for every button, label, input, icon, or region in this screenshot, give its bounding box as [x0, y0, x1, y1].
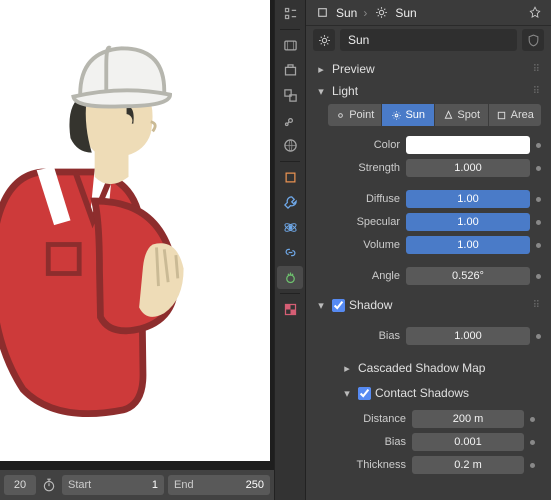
color-field[interactable] [406, 136, 530, 154]
drag-dots-icon[interactable]: ⠿ [533, 86, 541, 97]
timeline-bar: 20 Start 1 End 250 [0, 470, 274, 500]
spot-icon [442, 109, 454, 121]
properties-panel: Sun › Sun ▸ Preview ⠿ ▾ Light ⠿ Point [306, 0, 551, 500]
anim-dot-icon[interactable] [536, 243, 541, 248]
section-contact-body: Distance 200 m Bias 0.001 Thickness 0.2 … [328, 407, 541, 483]
light-type-sun[interactable]: Sun [382, 104, 436, 126]
section-contact-header[interactable]: ▾ Contact Shadows [340, 382, 541, 404]
canvas-area[interactable] [0, 0, 270, 461]
prop-shadow-bias: Bias 1.000 [328, 326, 541, 346]
stopwatch-icon[interactable] [40, 476, 58, 494]
prop-color: Color [328, 135, 541, 155]
current-frame-field[interactable]: 20 [4, 475, 36, 495]
prop-specular: Specular 1.00 [328, 212, 541, 232]
breadcrumb: Sun › Sun [306, 0, 551, 26]
section-light-header[interactable]: ▾ Light ⠿ [314, 80, 547, 102]
light-type-segmented: Point Sun Spot Area [328, 104, 541, 126]
tool-settings-tab-icon[interactable] [277, 2, 303, 25]
worker-illustration [0, 27, 230, 433]
contact-distance-field[interactable]: 200 m [412, 410, 524, 428]
volume-field[interactable]: 1.00 [406, 236, 530, 254]
point-icon [334, 109, 346, 121]
world-tab-icon[interactable] [277, 134, 303, 157]
sun-icon [390, 109, 402, 121]
strength-field[interactable]: 1.000 [406, 159, 530, 177]
shadow-enable-checkbox[interactable] [332, 299, 345, 312]
contact-enable-checkbox[interactable] [358, 387, 371, 400]
section-shadow-header[interactable]: ▾ Shadow ⠿ [314, 294, 547, 316]
prop-contact-distance: Distance 200 m [334, 409, 535, 429]
pin-icon[interactable] [527, 5, 543, 21]
breadcrumb-object[interactable]: Sun [336, 6, 357, 20]
specular-field[interactable]: 1.00 [406, 213, 530, 231]
object-icon [314, 5, 330, 21]
anim-dot-icon[interactable] [536, 334, 541, 339]
render-tab-icon[interactable] [277, 34, 303, 57]
start-frame-field[interactable]: Start 1 [62, 475, 164, 495]
physics-tab-icon[interactable] [277, 216, 303, 239]
light-type-area[interactable]: Area [489, 104, 542, 126]
sun-icon [373, 5, 389, 21]
anim-dot-icon[interactable] [536, 197, 541, 202]
anim-dot-icon[interactable] [530, 440, 535, 445]
prop-volume: Volume 1.00 [328, 235, 541, 255]
anim-dot-icon[interactable] [536, 220, 541, 225]
prop-diffuse: Diffuse 1.00 [328, 189, 541, 209]
properties-tab-strip [274, 0, 306, 500]
contact-thickness-field[interactable]: 0.2 m [412, 456, 524, 474]
object-tab-icon[interactable] [277, 166, 303, 189]
output-tab-icon[interactable] [277, 59, 303, 82]
angle-field[interactable]: 0.526° [406, 267, 530, 285]
prop-strength: Strength 1.000 [328, 158, 541, 178]
anim-dot-icon[interactable] [530, 463, 535, 468]
anim-dot-icon[interactable] [536, 274, 541, 279]
prop-contact-bias: Bias 0.001 [334, 432, 535, 452]
chevron-down-icon: ▾ [314, 299, 328, 312]
texture-tab-icon[interactable] [277, 298, 303, 321]
data-tab-icon[interactable] [277, 266, 303, 289]
chevron-right-icon: ▸ [314, 63, 328, 76]
shadow-bias-field[interactable]: 1.000 [406, 327, 530, 345]
chevron-right-icon: › [363, 6, 367, 20]
area-icon [496, 109, 508, 121]
viewport: 20 Start 1 End 250 [0, 0, 274, 500]
section-csm-header[interactable]: ▸ Cascaded Shadow Map [340, 357, 541, 379]
diffuse-field[interactable]: 1.00 [406, 190, 530, 208]
fake-user-icon[interactable] [522, 29, 544, 51]
anim-dot-icon[interactable] [536, 143, 541, 148]
constraint-tab-icon[interactable] [277, 241, 303, 264]
modifier-tab-icon[interactable] [277, 191, 303, 214]
chevron-right-icon: ▸ [340, 362, 354, 375]
properties-scroll[interactable]: ▸ Preview ⠿ ▾ Light ⠿ Point Sun [306, 54, 551, 500]
prop-angle: Angle 0.526° [328, 266, 541, 286]
light-type-spot[interactable]: Spot [435, 104, 489, 126]
drag-dots-icon[interactable]: ⠿ [533, 300, 541, 311]
light-datablock-icon[interactable] [313, 29, 335, 51]
scene-tab-icon[interactable] [277, 109, 303, 132]
end-frame-field[interactable]: End 250 [168, 475, 270, 495]
breadcrumb-data[interactable]: Sun [395, 6, 416, 20]
section-shadow-body: Bias 1.000 ▸ Cascaded Shadow Map ▾ Conta… [314, 316, 547, 491]
prop-contact-thickness: Thickness 0.2 m [334, 455, 535, 475]
drag-dots-icon[interactable]: ⠿ [533, 64, 541, 75]
anim-dot-icon[interactable] [536, 166, 541, 171]
datablock-name-row [306, 26, 551, 54]
section-preview-header[interactable]: ▸ Preview ⠿ [314, 58, 547, 80]
section-light-body: Point Sun Spot Area Color [314, 102, 547, 294]
anim-dot-icon[interactable] [530, 417, 535, 422]
datablock-name-input[interactable] [340, 29, 517, 51]
contact-bias-field[interactable]: 0.001 [412, 433, 524, 451]
chevron-down-icon: ▾ [340, 387, 354, 400]
viewlayer-tab-icon[interactable] [277, 84, 303, 107]
chevron-down-icon: ▾ [314, 85, 328, 98]
light-type-point[interactable]: Point [328, 104, 382, 126]
